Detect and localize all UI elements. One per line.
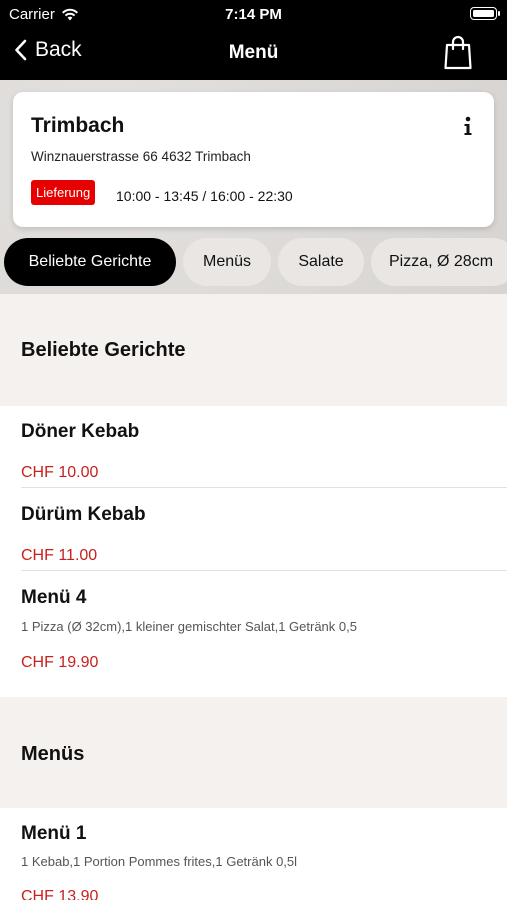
list-item[interactable]: Menü 1 1 Kebab,1 Portion Pommes frites,1… — [0, 808, 507, 900]
tab-salate[interactable]: Salate — [278, 238, 364, 286]
section-title: Menüs — [21, 743, 85, 765]
item-price: CHF 11.00 — [21, 547, 98, 564]
item-price: CHF 19.90 — [21, 654, 99, 671]
restaurant-card: Trimbach Winznauerstrasse 66 4632 Trimba… — [13, 92, 494, 227]
list-item[interactable]: Döner Kebab CHF 10.00 — [0, 406, 507, 488]
tab-beliebte-gerichte[interactable]: Beliebte Gerichte — [4, 238, 176, 286]
top-bar: Carrier 7:14 PM Back Menü — [0, 0, 507, 80]
restaurant-name: Trimbach — [31, 114, 125, 137]
section-title: Beliebte Gerichte — [21, 339, 186, 361]
item-name: Döner Kebab — [21, 421, 140, 442]
info-icon[interactable] — [462, 116, 474, 136]
status-bar: Carrier 7:14 PM — [0, 0, 507, 28]
section-header: Menüs — [0, 697, 507, 808]
page-title: Menü — [228, 42, 279, 63]
item-name: Menü 1 — [21, 823, 87, 844]
item-name: Menü 4 — [21, 587, 87, 608]
item-description: 1 Pizza (Ø 32cm),1 kleiner gemischter Sa… — [21, 619, 357, 634]
clock: 7:14 PM — [225, 6, 282, 23]
category-tabs: Beliebte Gerichte Menüs Salate Pizza, Ø … — [0, 238, 507, 286]
item-price: CHF 13.90 — [21, 888, 99, 900]
item-name: Dürüm Kebab — [21, 504, 146, 525]
item-price: CHF 10.00 — [21, 464, 99, 481]
battery-icon — [470, 7, 500, 20]
restaurant-address: Winznauerstrasse 66 4632 Trimbach — [31, 149, 251, 164]
navigation-bar: Back Menü — [0, 30, 507, 76]
item-description: 1 Kebab,1 Portion Pommes frites,1 Geträn… — [21, 854, 298, 869]
list-item[interactable]: Menü 4 1 Pizza (Ø 32cm),1 kleiner gemisc… — [0, 571, 507, 697]
tab-menus[interactable]: Menüs — [183, 238, 271, 286]
opening-hours: 10:00 - 13:45 / 16:00 - 22:30 — [116, 188, 293, 204]
tab-pizza[interactable]: Pizza, Ø 28cm — [371, 238, 507, 286]
list-item[interactable]: Dürüm Kebab CHF 11.00 — [0, 488, 507, 571]
delivery-badge: Lieferung — [31, 180, 96, 205]
shopping-bag-icon[interactable] — [443, 34, 473, 70]
section-header: Beliebte Gerichte — [0, 296, 507, 406]
